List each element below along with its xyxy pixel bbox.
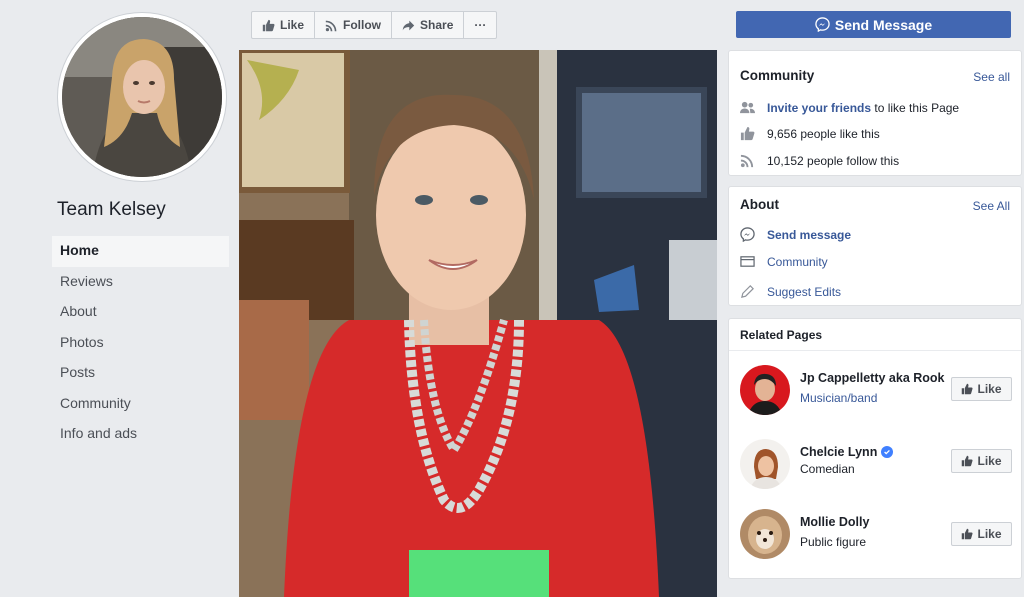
suggest-edits-link[interactable]: Suggest Edits — [767, 285, 841, 299]
likes-count: 9,656 people like this — [767, 126, 880, 141]
rss-follow-icon — [325, 20, 337, 31]
like-label: Like — [977, 527, 1002, 541]
nav-item-community[interactable]: Community — [52, 389, 229, 420]
follow-button[interactable]: Follow — [315, 12, 393, 38]
nav-item-home[interactable]: Home — [52, 236, 229, 267]
messenger-icon — [815, 17, 830, 32]
page-title: Team Kelsey — [57, 199, 166, 220]
more-options-button[interactable]: ··· — [464, 12, 496, 38]
avatar-image — [740, 509, 790, 559]
like-related-page-button[interactable]: Like — [951, 522, 1012, 546]
likes-row: 9,656 people like this — [740, 126, 880, 141]
verified-badge-icon — [881, 446, 894, 458]
friends-icon — [740, 101, 755, 114]
thumbs-up-icon — [962, 455, 974, 467]
share-label: Share — [420, 18, 454, 32]
related-page-name[interactable]: Jp Cappelletty aka Rook — [800, 371, 945, 385]
share-arrow-icon — [402, 20, 415, 30]
send-message-label: Send Message — [834, 16, 933, 33]
profile-picture[interactable] — [58, 13, 226, 181]
related-page-category: Comedian — [800, 462, 855, 476]
like-label: Like — [977, 382, 1002, 396]
featured-photo-image — [239, 50, 717, 597]
related-page-item: Mollie Dolly Public figure Like — [740, 509, 1012, 565]
nav-item-about[interactable]: About — [52, 297, 229, 328]
about-send-message-link[interactable]: Send message — [767, 228, 851, 242]
related-page-avatar[interactable] — [740, 439, 790, 489]
invite-friends-link[interactable]: Invite your friends — [767, 101, 871, 115]
thumbs-up-icon — [740, 126, 755, 141]
about-card: About See All Send message Community Sug… — [728, 186, 1022, 306]
left-column: Team Kelsey Home Reviews About Photos Po… — [0, 0, 238, 597]
related-page-item: Jp Cappelletty aka Rook Musician/band Li… — [740, 365, 1012, 421]
follow-label: Follow — [343, 18, 382, 32]
related-page-category: Public figure — [800, 535, 867, 549]
featured-photo[interactable] — [239, 50, 717, 597]
thumbs-up-icon — [262, 19, 275, 31]
related-page-avatar[interactable] — [740, 509, 790, 559]
community-card: Community See all Invite your friends to… — [728, 50, 1022, 176]
rss-follow-icon — [740, 154, 754, 168]
invite-friends-row: Invite your friends to like this Page — [740, 100, 959, 115]
related-page-avatar[interactable] — [740, 365, 790, 415]
nav-item-reviews[interactable]: Reviews — [52, 267, 229, 298]
like-related-page-button[interactable]: Like — [951, 377, 1012, 401]
related-pages-card: Related Pages Jp Cappelletty aka Rook Mu… — [728, 318, 1022, 579]
nav-item-posts[interactable]: Posts — [52, 358, 229, 389]
follows-row: 10,152 people follow this — [740, 153, 899, 168]
related-page-name-text: Jp Cappelletty aka Rook — [800, 371, 945, 385]
avatar-image — [740, 439, 790, 489]
related-page-name-text: Mollie Dolly — [800, 515, 870, 529]
send-message-button[interactable]: Send Message — [736, 11, 1011, 38]
page-action-bar: Like Follow Share ··· — [251, 11, 498, 39]
related-page-name[interactable]: Mollie Dolly — [800, 515, 869, 529]
suggest-edits-row: Suggest Edits — [740, 284, 841, 299]
page-category-icon — [740, 256, 755, 267]
related-page-item: Chelcie Lynn Comedian Like — [740, 439, 1012, 495]
like-related-page-button[interactable]: Like — [951, 449, 1012, 473]
follows-count: 10,152 people follow this — [767, 153, 900, 168]
about-see-all-link[interactable]: See All — [973, 199, 1010, 213]
share-button[interactable]: Share — [392, 12, 465, 38]
community-title: Community — [740, 68, 815, 83]
related-pages-title: Related Pages — [740, 328, 823, 342]
related-page-name-text: Chelcie Lynn — [800, 445, 878, 459]
divider — [729, 350, 1021, 351]
like-label: Like — [280, 18, 305, 32]
thumbs-up-icon — [962, 528, 974, 540]
like-page-button[interactable]: Like — [252, 12, 316, 38]
nav-item-info-and-ads[interactable]: Info and ads — [52, 419, 229, 450]
about-community-row: Community — [740, 254, 828, 269]
nav-item-photos[interactable]: Photos — [52, 328, 229, 359]
related-page-category[interactable]: Musician/band — [800, 391, 877, 405]
avatar-image — [740, 365, 790, 415]
page-nav: Home Reviews About Photos Posts Communit… — [52, 236, 229, 450]
about-title: About — [740, 197, 779, 212]
about-community-link[interactable]: Community — [767, 255, 828, 269]
messenger-icon — [740, 227, 755, 242]
thumbs-up-icon — [962, 383, 974, 395]
pencil-icon — [741, 285, 754, 298]
more-options-label: ··· — [474, 18, 487, 32]
profile-photo-image — [62, 17, 222, 177]
invite-friends-text: to like this Page — [874, 100, 960, 115]
like-label: Like — [977, 454, 1002, 468]
related-page-name[interactable]: Chelcie Lynn — [800, 445, 894, 459]
community-see-all-link[interactable]: See all — [973, 70, 1010, 84]
about-send-message-row: Send message — [740, 227, 851, 242]
